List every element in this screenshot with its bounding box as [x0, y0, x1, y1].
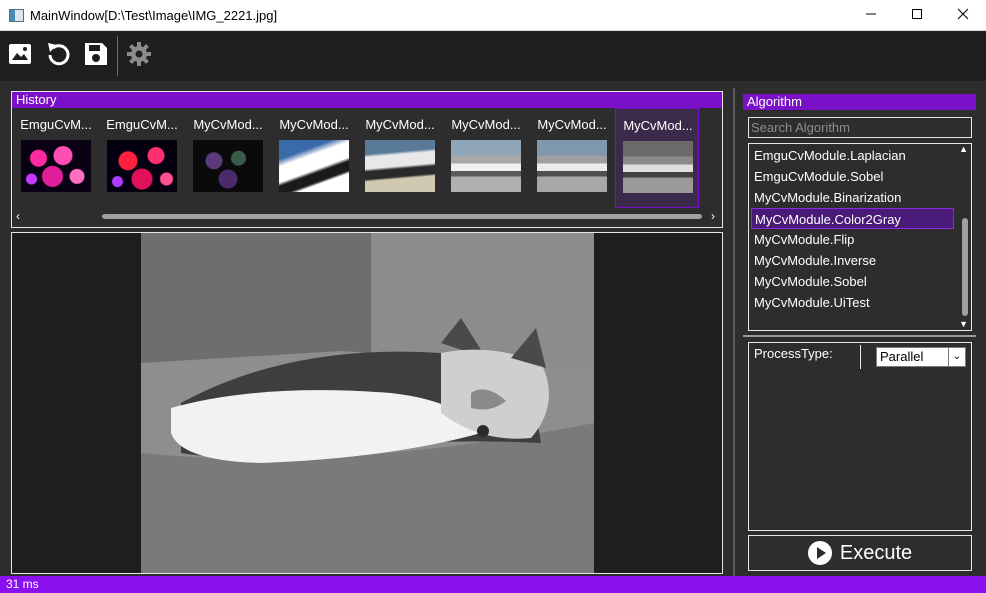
- history-thumbnail: [21, 140, 91, 192]
- history-item-label: EmguCvM...: [106, 117, 178, 132]
- algorithm-scroll-thumb[interactable]: [962, 218, 968, 316]
- open-image-button[interactable]: [4, 40, 36, 72]
- maximize-icon: [911, 7, 923, 24]
- history-item-label: MyCvMod...: [537, 117, 607, 132]
- image-icon: [7, 41, 33, 72]
- search-algorithm-input[interactable]: Search Algorithm: [748, 117, 972, 138]
- history-thumbnail: [193, 140, 263, 192]
- maximize-button[interactable]: [894, 0, 940, 31]
- history-item-label: MyCvMod...: [623, 118, 693, 133]
- scroll-right-icon[interactable]: ›: [711, 209, 715, 223]
- app-icon: [9, 9, 24, 22]
- chevron-down-icon[interactable]: ⌄: [948, 348, 965, 366]
- history-item-label: MyCvMod...: [279, 117, 349, 132]
- toolbar-separator: [117, 36, 118, 76]
- minimize-icon: [865, 7, 877, 24]
- execute-button[interactable]: Execute: [748, 535, 972, 571]
- window-title: MainWindow[D:\Test\Image\IMG_2221.jpg]: [30, 8, 278, 23]
- scroll-up-icon[interactable]: ▲: [959, 144, 968, 154]
- history-scroll-thumb[interactable]: [102, 214, 702, 219]
- algorithm-item[interactable]: MyCvModule.Sobel: [751, 271, 954, 292]
- history-item-label: MyCvMod...: [365, 117, 435, 132]
- scroll-down-icon[interactable]: ▼: [959, 319, 968, 329]
- play-icon: [807, 541, 832, 565]
- history-item[interactable]: MyCvMod...: [444, 108, 528, 208]
- algorithm-splitter[interactable]: [743, 335, 976, 337]
- undo-button[interactable]: [42, 40, 74, 72]
- close-button[interactable]: [940, 0, 986, 31]
- splitter[interactable]: [733, 88, 735, 576]
- history-item-label: MyCvMod...: [451, 117, 521, 132]
- history-item[interactable]: MyCvMod...: [186, 108, 270, 208]
- scroll-left-icon[interactable]: ‹: [16, 209, 20, 223]
- algorithm-item[interactable]: EmguCvModule.Laplacian: [751, 145, 954, 166]
- algorithm-item-selected[interactable]: MyCvModule.Color2Gray: [751, 208, 954, 229]
- history-thumbnail: [537, 140, 607, 192]
- algorithm-list[interactable]: EmguCvModule.Laplacian EmguCvModule.Sobe…: [748, 143, 972, 331]
- process-type-select[interactable]: Parallel ⌄: [876, 347, 966, 367]
- save-icon: [83, 41, 109, 72]
- algorithm-scrollbar[interactable]: [962, 158, 968, 318]
- algorithm-item[interactable]: EmguCvModule.Sobel: [751, 166, 954, 187]
- status-bar: 31 ms: [0, 576, 986, 593]
- history-header: History: [12, 92, 722, 108]
- history-thumbnail: [279, 140, 349, 192]
- algorithm-item[interactable]: MyCvModule.Flip: [751, 229, 954, 250]
- history-item[interactable]: MyCvMod...: [530, 108, 614, 208]
- algorithm-item[interactable]: MyCvModule.UiTest: [751, 292, 954, 313]
- image-preview-panel: [11, 232, 723, 574]
- history-thumbnail: [107, 140, 177, 192]
- history-thumbnail: [451, 140, 521, 192]
- toolbar: [0, 31, 986, 81]
- status-text: 31 ms: [6, 577, 39, 591]
- history-item-selected[interactable]: MyCvMod...: [615, 108, 699, 208]
- save-button[interactable]: [80, 40, 112, 72]
- title-bar: MainWindow[D:\Test\Image\IMG_2221.jpg]: [0, 0, 986, 31]
- history-item[interactable]: EmguCvM...: [100, 108, 184, 208]
- algorithm-header: Algorithm: [743, 94, 976, 110]
- history-item-label: MyCvMod...: [193, 117, 263, 132]
- settings-button[interactable]: [123, 40, 155, 72]
- algorithm-item[interactable]: MyCvModule.Inverse: [751, 250, 954, 271]
- history-thumbnail: [365, 140, 435, 192]
- history-item[interactable]: EmguCvM...: [14, 108, 98, 208]
- process-type-value: Parallel: [880, 349, 924, 364]
- history-item-label: EmguCvM...: [20, 117, 92, 132]
- preview-image: [141, 233, 594, 573]
- execute-label: Execute: [839, 541, 913, 564]
- history-item[interactable]: MyCvMod...: [272, 108, 356, 208]
- history-item[interactable]: MyCvMod...: [358, 108, 442, 208]
- properties-grid: ProcessType: Parallel ⌄: [748, 342, 972, 531]
- gear-icon: [125, 40, 153, 73]
- history-scrollbar[interactable]: ‹ ›: [12, 209, 722, 223]
- algorithm-item[interactable]: MyCvModule.Binarization: [751, 187, 954, 208]
- undo-icon: [45, 41, 71, 72]
- close-icon: [957, 7, 969, 24]
- property-divider: [860, 345, 861, 369]
- history-thumbnail: [623, 141, 693, 193]
- minimize-button[interactable]: [848, 0, 894, 31]
- process-type-label: ProcessType:: [754, 346, 833, 361]
